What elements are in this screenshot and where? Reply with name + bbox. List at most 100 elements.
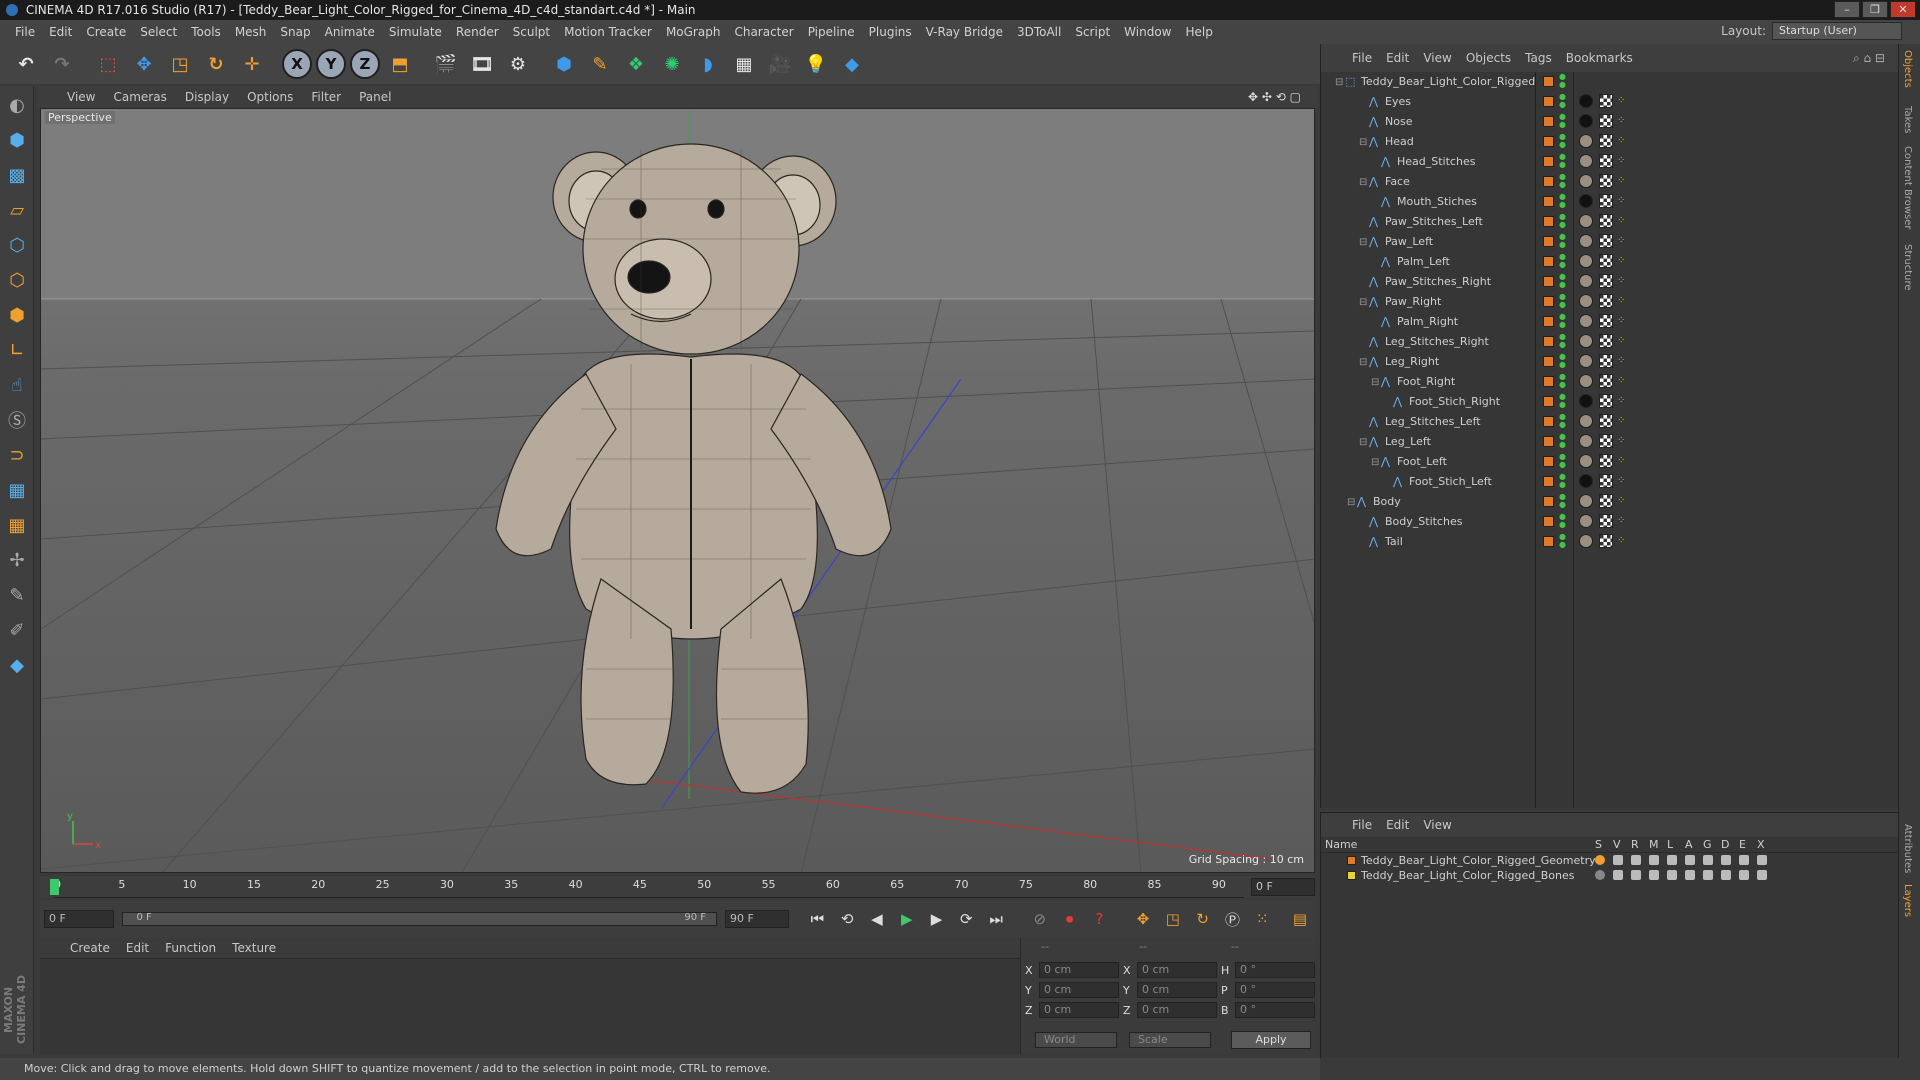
expand-toggle-icon[interactable]: ⊟ — [1371, 373, 1381, 393]
viewport-menu-panel[interactable]: Panel — [350, 90, 400, 104]
material-tag-icon[interactable] — [1579, 454, 1593, 468]
expand-toggle-icon[interactable]: ⊟ — [1359, 133, 1369, 153]
layer-color-swatch[interactable] — [1543, 516, 1554, 527]
material-tag-icon[interactable] — [1579, 94, 1593, 108]
weight-tag-icon[interactable]: ⁘ — [1617, 295, 1629, 307]
layer-toggle-icon[interactable] — [1757, 855, 1767, 865]
key-pla-icon[interactable]: ⁙ — [1249, 906, 1275, 932]
material-tag-icon[interactable] — [1579, 234, 1593, 248]
key-scale-icon[interactable]: ◳ — [1160, 906, 1186, 932]
obj-menu-bookmarks[interactable]: Bookmarks — [1559, 51, 1640, 65]
start-frame-field[interactable]: 0 F — [44, 910, 114, 928]
layer-col-name[interactable]: Name — [1325, 838, 1357, 851]
material-manager-area[interactable] — [40, 958, 1020, 1054]
object-row[interactable]: ⋀ Body_Stitches ● ● ⁘ — [1321, 512, 1899, 532]
visibility-dots-icon[interactable]: ● ● — [1559, 473, 1566, 489]
layer-color-swatch[interactable] — [1347, 871, 1356, 880]
key-parameter-icon[interactable]: Ⓟ — [1220, 906, 1246, 932]
menu-plugins[interactable]: Plugins — [862, 25, 919, 39]
layer-color-swatch[interactable] — [1543, 476, 1554, 487]
tab-layers[interactable]: Layers — [1902, 884, 1913, 917]
menu-snap[interactable]: Snap — [273, 25, 317, 39]
layer-row[interactable]: Teddy_Bear_Light_Color_Rigged_Bones — [1321, 868, 1898, 883]
tab-attributes[interactable]: Attributes — [1902, 824, 1913, 873]
menu-animate[interactable]: Animate — [318, 25, 382, 39]
texture-tag-icon[interactable] — [1599, 414, 1613, 428]
object-row[interactable]: ⋀ Mouth_Stiches ● ● ⁘ — [1321, 192, 1899, 212]
weight-tag-icon[interactable]: ⁘ — [1617, 355, 1629, 367]
texture-mode-icon[interactable]: ▩ — [2, 159, 32, 191]
rotation-p-field[interactable]: 0 ° — [1235, 982, 1315, 998]
layer-toggle-icon[interactable] — [1703, 855, 1713, 865]
object-row[interactable]: ⊟ ⋀ Foot_Left ● ● ⁘ — [1321, 452, 1899, 472]
weight-tag-icon[interactable]: ⁘ — [1617, 435, 1629, 447]
menu-pipeline[interactable]: Pipeline — [801, 25, 862, 39]
polygons-mode-icon[interactable]: ⬢ — [2, 299, 32, 331]
next-key-icon[interactable]: ⟳ — [953, 906, 979, 932]
texture-tag-icon[interactable] — [1599, 314, 1613, 328]
paint-icon[interactable]: ✐ — [2, 614, 32, 646]
layer-toggle-icon[interactable] — [1685, 855, 1695, 865]
key-position-icon[interactable]: ✥ — [1130, 906, 1156, 932]
maximize-button[interactable]: ❐ — [1862, 1, 1888, 18]
layer-col-render[interactable]: R — [1631, 838, 1639, 851]
go-to-start-icon[interactable]: ⏮ — [804, 906, 830, 932]
menu-tools[interactable]: Tools — [184, 25, 228, 39]
material-tag-icon[interactable] — [1579, 194, 1593, 208]
cube-primitive-icon[interactable]: ⬢ — [548, 48, 580, 80]
object-manager-search-icon[interactable]: ⌕ ⌂ ⊟ — [1846, 51, 1892, 66]
x-axis-lock-button[interactable]: X — [282, 49, 312, 79]
weight-tag-icon[interactable]: ⁘ — [1617, 455, 1629, 467]
visibility-dots-icon[interactable]: ● ● — [1559, 93, 1566, 109]
obj-menu-file[interactable]: File — [1345, 51, 1379, 65]
texture-tag-icon[interactable] — [1599, 194, 1613, 208]
current-frame-field[interactable]: 0 F — [1251, 878, 1315, 896]
menu-file[interactable]: File — [8, 25, 42, 39]
visibility-dots-icon[interactable]: ● ● — [1559, 493, 1566, 509]
object-row[interactable]: ⊟ ⋀ Paw_Right ● ● ⁘ — [1321, 292, 1899, 312]
next-frame-icon[interactable]: ▶ — [924, 906, 950, 932]
menu-select[interactable]: Select — [133, 25, 184, 39]
recent-tool-icon[interactable]: ✛ — [236, 48, 268, 80]
menu-create[interactable]: Create — [79, 25, 133, 39]
axis-mode-icon[interactable]: ∟ — [2, 334, 32, 366]
workplane-grid-icon[interactable]: ▦ — [2, 474, 32, 506]
layer-col-xref[interactable]: X — [1757, 838, 1765, 851]
layer-toggle-icon[interactable] — [1721, 870, 1731, 880]
texture-tag-icon[interactable] — [1599, 494, 1613, 508]
object-row[interactable]: ⊟ ⋀ Paw_Left ● ● ⁘ — [1321, 232, 1899, 252]
texture-tag-icon[interactable] — [1599, 134, 1613, 148]
layer-toggle-icon[interactable] — [1739, 870, 1749, 880]
layer-color-swatch[interactable] — [1543, 296, 1554, 307]
python-script-icon[interactable]: ◆ — [2, 649, 32, 681]
visibility-dots-icon[interactable]: ● ● — [1559, 393, 1566, 409]
layer-toggle-icon[interactable] — [1721, 855, 1731, 865]
object-row[interactable]: ⊟ ⬚ Teddy_Bear_Light_Color_Rigged ● ● — [1321, 72, 1899, 92]
weight-tag-icon[interactable]: ⁘ — [1617, 95, 1629, 107]
material-tag-icon[interactable] — [1579, 134, 1593, 148]
object-row[interactable]: ⋀ Foot_Stich_Right ● ● ⁘ — [1321, 392, 1899, 412]
sculpt-brush-icon[interactable]: ✎ — [2, 579, 32, 611]
end-frame-field[interactable]: 90 F — [724, 910, 789, 928]
texture-tag-icon[interactable] — [1599, 354, 1613, 368]
material-tag-icon[interactable] — [1579, 114, 1593, 128]
object-row[interactable]: ⊟ ⋀ Leg_Left ● ● ⁘ — [1321, 432, 1899, 452]
object-row[interactable]: ⋀ Palm_Left ● ● ⁘ — [1321, 252, 1899, 272]
material-tag-icon[interactable] — [1579, 374, 1593, 388]
record-keys-icon[interactable]: ⊘ — [1027, 906, 1053, 932]
close-button[interactable]: ✕ — [1890, 1, 1916, 18]
coordinate-mode-select[interactable]: Scale — [1129, 1032, 1211, 1048]
layer-row[interactable]: Teddy_Bear_Light_Color_Rigged_Geometry — [1321, 853, 1898, 868]
array-generator-icon[interactable]: ✺ — [656, 48, 688, 80]
menu-script[interactable]: Script — [1068, 25, 1117, 39]
size-z-field[interactable]: 0 cm — [1137, 1002, 1217, 1018]
object-row[interactable]: ⊟ ⋀ Leg_Right ● ● ⁘ — [1321, 352, 1899, 372]
expand-toggle-icon[interactable]: ⊟ — [1359, 353, 1369, 373]
tab-content-browser[interactable]: Content Browser — [1902, 146, 1913, 229]
visibility-dots-icon[interactable]: ● ● — [1559, 193, 1566, 209]
play-forward-icon[interactable]: ▶ — [894, 906, 920, 932]
position-y-field[interactable]: 0 cm — [1039, 982, 1119, 998]
timeline-window-icon[interactable]: ▤ — [1287, 906, 1313, 932]
viewport-menu-display[interactable]: Display — [176, 90, 238, 104]
layer-color-swatch[interactable] — [1543, 76, 1554, 87]
